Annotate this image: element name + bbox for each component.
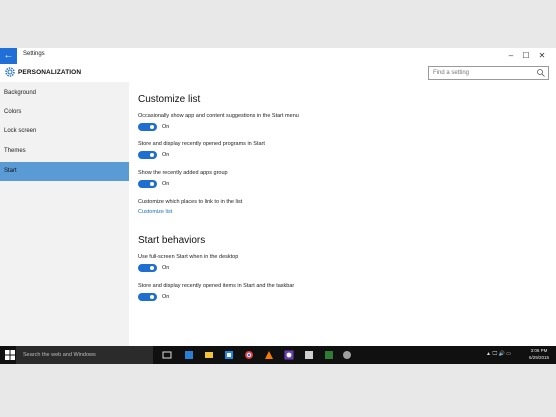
customize-list-link[interactable]: Customize list <box>138 209 172 215</box>
maximize-button[interactable]: ☐ <box>520 50 532 62</box>
taskbar-search-placeholder: Search the web and Windows <box>23 352 96 358</box>
back-button[interactable]: ← <box>0 48 17 64</box>
close-button[interactable]: ✕ <box>536 50 548 62</box>
gear-icon <box>5 67 15 77</box>
app-icon[interactable] <box>342 350 352 360</box>
toggle-state: On <box>162 265 170 271</box>
sidebar-item-start[interactable]: Start <box>0 162 129 181</box>
taskbar: Search the web and Windows ▲ 🖵 🔊 ▭ 3:06 … <box>0 346 556 364</box>
search-icon[interactable] <box>536 68 546 78</box>
system-tray-icons[interactable]: ▲ 🖵 🔊 ▭ <box>486 351 511 357</box>
sidebar: Background Colors Lock screen Themes Sta… <box>0 82 129 364</box>
sidebar-item-colors[interactable]: Colors <box>0 103 129 122</box>
sidebar-item-themes[interactable]: Themes <box>0 142 129 161</box>
app-icon[interactable] <box>304 350 314 360</box>
windows-start-icon[interactable] <box>5 350 15 360</box>
toggle-state: On <box>162 124 170 130</box>
file-explorer-icon[interactable] <box>204 350 214 360</box>
taskbar-search-box[interactable]: Search the web and Windows <box>16 346 153 364</box>
search-input[interactable]: Find a setting <box>428 66 549 80</box>
store-icon[interactable] <box>224 350 234 360</box>
recent-programs-toggle[interactable] <box>138 151 157 159</box>
setting-label: Use full-screen Start when in the deskto… <box>138 254 239 260</box>
vlc-icon[interactable] <box>264 350 274 360</box>
edge-browser-icon[interactable] <box>184 350 194 360</box>
section-heading-start-behaviors: Start behaviors <box>138 235 206 246</box>
title-bar: ← Settings – ☐ ✕ <box>0 48 556 64</box>
setting-label: Occasionally show app and content sugges… <box>138 113 299 119</box>
sidebar-item-background[interactable]: Background <box>0 84 129 103</box>
minimize-button[interactable]: – <box>505 50 517 62</box>
recent-items-toggle[interactable] <box>138 293 157 301</box>
sidebar-item-lock-screen[interactable]: Lock screen <box>0 122 129 141</box>
search-placeholder: Find a setting <box>433 70 470 76</box>
arrow-left-icon: ← <box>3 50 14 61</box>
window-title: Settings <box>23 51 45 57</box>
setting-label: Show the recently added apps group <box>138 170 228 176</box>
recently-added-toggle[interactable] <box>138 180 157 188</box>
toggle-state: On <box>162 181 170 187</box>
setting-label: Customize which places to link to in the… <box>138 199 243 205</box>
page-title: PERSONALIZATION <box>18 69 82 76</box>
app-icon[interactable] <box>284 350 294 360</box>
chrome-icon[interactable] <box>244 350 254 360</box>
toggle-state: On <box>162 294 170 300</box>
setting-label: Store and display recently opened progra… <box>138 141 265 147</box>
task-view-icon[interactable] <box>162 350 172 360</box>
full-screen-start-toggle[interactable] <box>138 264 157 272</box>
clock-date: 6/29/2015 <box>528 354 550 360</box>
setting-label: Store and display recently opened items … <box>138 283 295 289</box>
taskbar-clock[interactable]: 3:06 PM 6/29/2015 <box>526 348 552 361</box>
section-heading-customize-list: Customize list <box>138 94 201 105</box>
excel-icon[interactable] <box>324 350 334 360</box>
toggle-state: On <box>162 152 170 158</box>
suggestions-toggle[interactable] <box>138 123 157 131</box>
settings-window: ← Settings – ☐ ✕ PERSONALIZATION Find a … <box>0 48 556 364</box>
